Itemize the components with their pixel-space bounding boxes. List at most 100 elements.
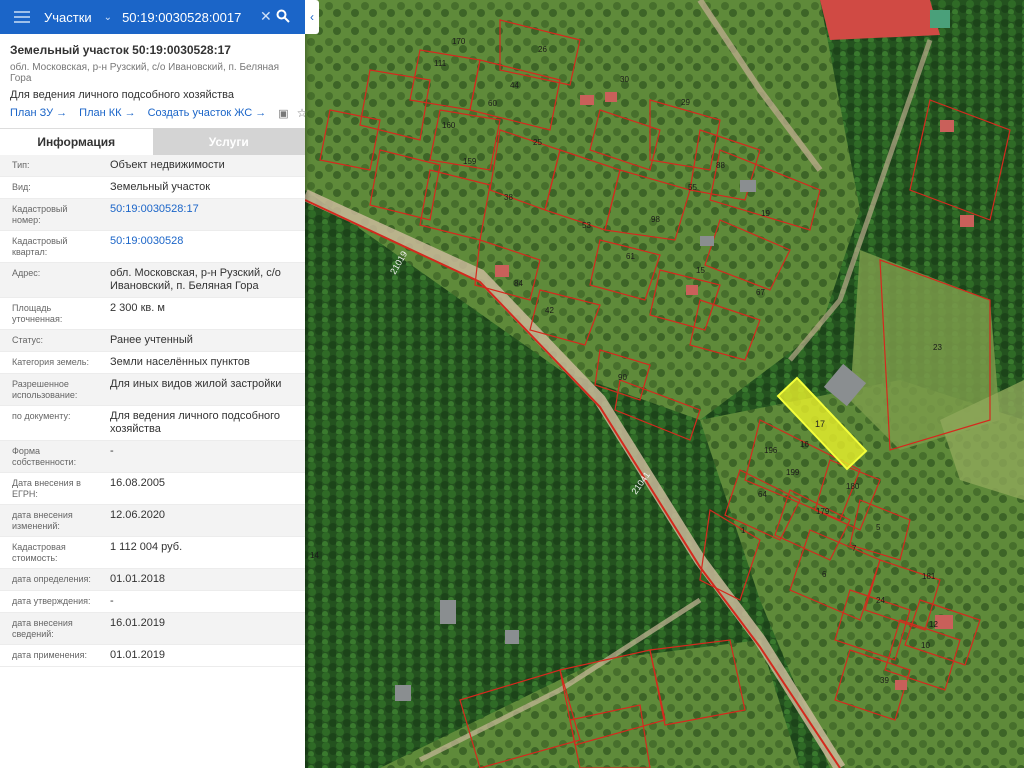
attribute-row: дата внесения сведений: 16.01.2019 [0, 613, 305, 645]
attribute-value: 2 300 кв. м [110, 302, 165, 314]
map-parcel-label: 16 [800, 440, 809, 449]
attribute-label: Кадастровая стоимость: [12, 542, 66, 563]
map-parcel-label: 14 [310, 551, 319, 560]
map-parcel-label: 5 [876, 523, 881, 532]
attribute-row: Кадастровый номер: 50:19:0030528:17 [0, 199, 305, 231]
info-panel: Участки ⌄ 50:19:0030528:0017 ✕ ‹ Земельн… [0, 0, 319, 768]
map-parcel-label: 7 [852, 544, 857, 553]
search-bar: Участки ⌄ 50:19:0030528:0017 ✕ [0, 0, 305, 34]
attribute-value: Объект недвижимости [110, 159, 225, 171]
map-parcel-label: 180 [846, 482, 860, 491]
parcel-title: Земельный участок 50:19:0030528:17 [10, 43, 231, 57]
collapse-panel-button[interactable]: ‹ [305, 0, 319, 34]
search-icon[interactable] [276, 9, 290, 23]
tabs: Информация Услуги [0, 128, 305, 155]
attribute-value: - [110, 445, 114, 457]
map-parcel-label: 98 [651, 215, 660, 224]
map-parcel-label: 30 [620, 75, 629, 84]
attribute-label: по документу: [12, 411, 71, 421]
map-parcel-label: 38 [504, 193, 513, 202]
attribute-value: Для иных видов жилой застройки [110, 378, 282, 390]
attribute-row: дата утверждения: - [0, 591, 305, 613]
map-parcel-label: 90 [618, 373, 627, 382]
map-parcel-label: 42 [545, 306, 554, 315]
attribute-label: дата применения: [12, 650, 88, 660]
selected-parcel-label: 17 [815, 419, 825, 429]
map-parcel-label: 55 [688, 183, 697, 192]
attribute-value: 16.01.2019 [110, 617, 166, 629]
attribute-label: Дата внесения в ЕГРН: [12, 478, 81, 499]
attribute-value: 01.01.2019 [110, 649, 166, 661]
map-parcel-label: 29 [681, 98, 690, 107]
attribute-row: Дата внесения в ЕГРН: 16.08.2005 [0, 473, 305, 505]
map-parcel-label: 88 [716, 161, 725, 170]
attribute-label: Кадастровый квартал: [12, 236, 68, 257]
attribute-row: Разрешенное использование: Для иных видо… [0, 374, 305, 406]
plan-kk-link[interactable]: План КК → [79, 107, 135, 119]
map-parcel-label: 6 [822, 570, 827, 579]
attribute-row: Тип: Объект недвижимости [0, 155, 305, 177]
map-parcel-label: 26 [538, 45, 547, 54]
map-parcel-label: 67 [756, 288, 765, 297]
attribute-label: Форма собственности: [12, 446, 77, 467]
map-parcel-label: 179 [816, 507, 830, 516]
attribute-label: Категория земель: [12, 357, 89, 367]
clear-icon[interactable]: ✕ [260, 8, 272, 25]
parcel-permitted-use: Для ведения личного подсобного хозяйства [10, 89, 234, 101]
attribute-row: Категория земель: Земли населённых пункт… [0, 352, 305, 374]
attribute-row: дата внесения изменений: 12.06.2020 [0, 505, 305, 537]
attribute-label: Вид: [12, 182, 31, 192]
attribute-label: дата утверждения: [12, 596, 91, 606]
map-parcel-label: 84 [514, 279, 523, 288]
attribute-label: дата внесения сведений: [12, 618, 73, 639]
attribute-row: Площадь уточненная: 2 300 кв. м [0, 298, 305, 330]
attribute-row: Статус: Ранее учтенный [0, 330, 305, 352]
map-parcel-label: 181 [922, 572, 936, 581]
parcel-actions: План ЗУ → План КК → Создать участок ЖС →… [10, 106, 307, 120]
zoom-to-parcel-icon[interactable]: ▣ [278, 107, 288, 120]
menu-icon[interactable] [14, 11, 30, 23]
map-parcel-label: 111 [434, 59, 447, 68]
attribute-label: Площадь уточненная: [12, 303, 63, 324]
attribute-label: Тип: [12, 160, 30, 170]
search-input[interactable]: 50:19:0030528:0017 [122, 10, 241, 25]
attribute-row: Кадастровая стоимость: 1 112 004 руб. [0, 537, 305, 569]
attribute-value: 16.08.2005 [110, 477, 166, 489]
map-parcel-label: 196 [764, 446, 778, 455]
parcel-header: Земельный участок 50:19:0030528:17 обл. … [0, 34, 307, 120]
map-parcel-label: 24 [876, 596, 885, 605]
parcel-address: обл. Московская, р-н Рузский, с/о Иванов… [10, 62, 280, 84]
map-parcel-label: 1 [741, 526, 746, 535]
chevron-down-icon[interactable]: ⌄ [104, 12, 112, 23]
create-zs-link[interactable]: Создать участок ЖС → [148, 107, 267, 119]
attribute-row: Адрес: обл. Московская, р-н Рузский, с/о… [0, 263, 305, 298]
attribute-value: 12.06.2020 [110, 509, 166, 521]
map-parcel-label: 53 [582, 221, 591, 230]
map-parcel-label: 12 [929, 620, 938, 629]
attribute-label: Разрешенное использование: [12, 379, 78, 400]
map-parcel-label: 61 [626, 252, 635, 261]
cadastral-number-link[interactable]: 50:19:0030528:17 [98, 199, 305, 230]
arrow-right-icon: → [56, 107, 68, 119]
map-parcel-label: 44 [510, 81, 519, 90]
attribute-value: 01.01.2018 [110, 573, 166, 585]
map-parcel-label: 160 [442, 121, 456, 130]
map-parcel-label: 15 [696, 266, 705, 275]
map-parcel-label: 64 [758, 490, 767, 499]
attribute-value: 1 112 004 руб. [110, 541, 183, 553]
attribute-row: по документу: Для ведения личного подсоб… [0, 406, 305, 441]
attribute-value: Для ведения личного подсобного хозяйства [110, 410, 281, 435]
map-parcel-label: 60 [488, 99, 497, 108]
plan-zu-link[interactable]: План ЗУ → [10, 107, 67, 119]
tab-services[interactable]: Услуги [152, 128, 305, 155]
tab-info[interactable]: Информация [0, 128, 153, 155]
attribute-value: Земельный участок [110, 181, 211, 193]
star-icon[interactable]: ☆ [297, 106, 308, 120]
map-parcel-label: 159 [463, 157, 477, 166]
map-parcel-label: 199 [786, 468, 800, 477]
cadastral-quarter-link[interactable]: 50:19:0030528 [98, 231, 305, 262]
section-selector[interactable]: Участки [44, 10, 92, 25]
attribute-value: обл. Московская, р-н Рузский, с/о Иванов… [110, 267, 281, 292]
attribute-row: Кадастровый квартал: 50:19:0030528 [0, 231, 305, 263]
attribute-row: Форма собственности: - [0, 441, 305, 473]
